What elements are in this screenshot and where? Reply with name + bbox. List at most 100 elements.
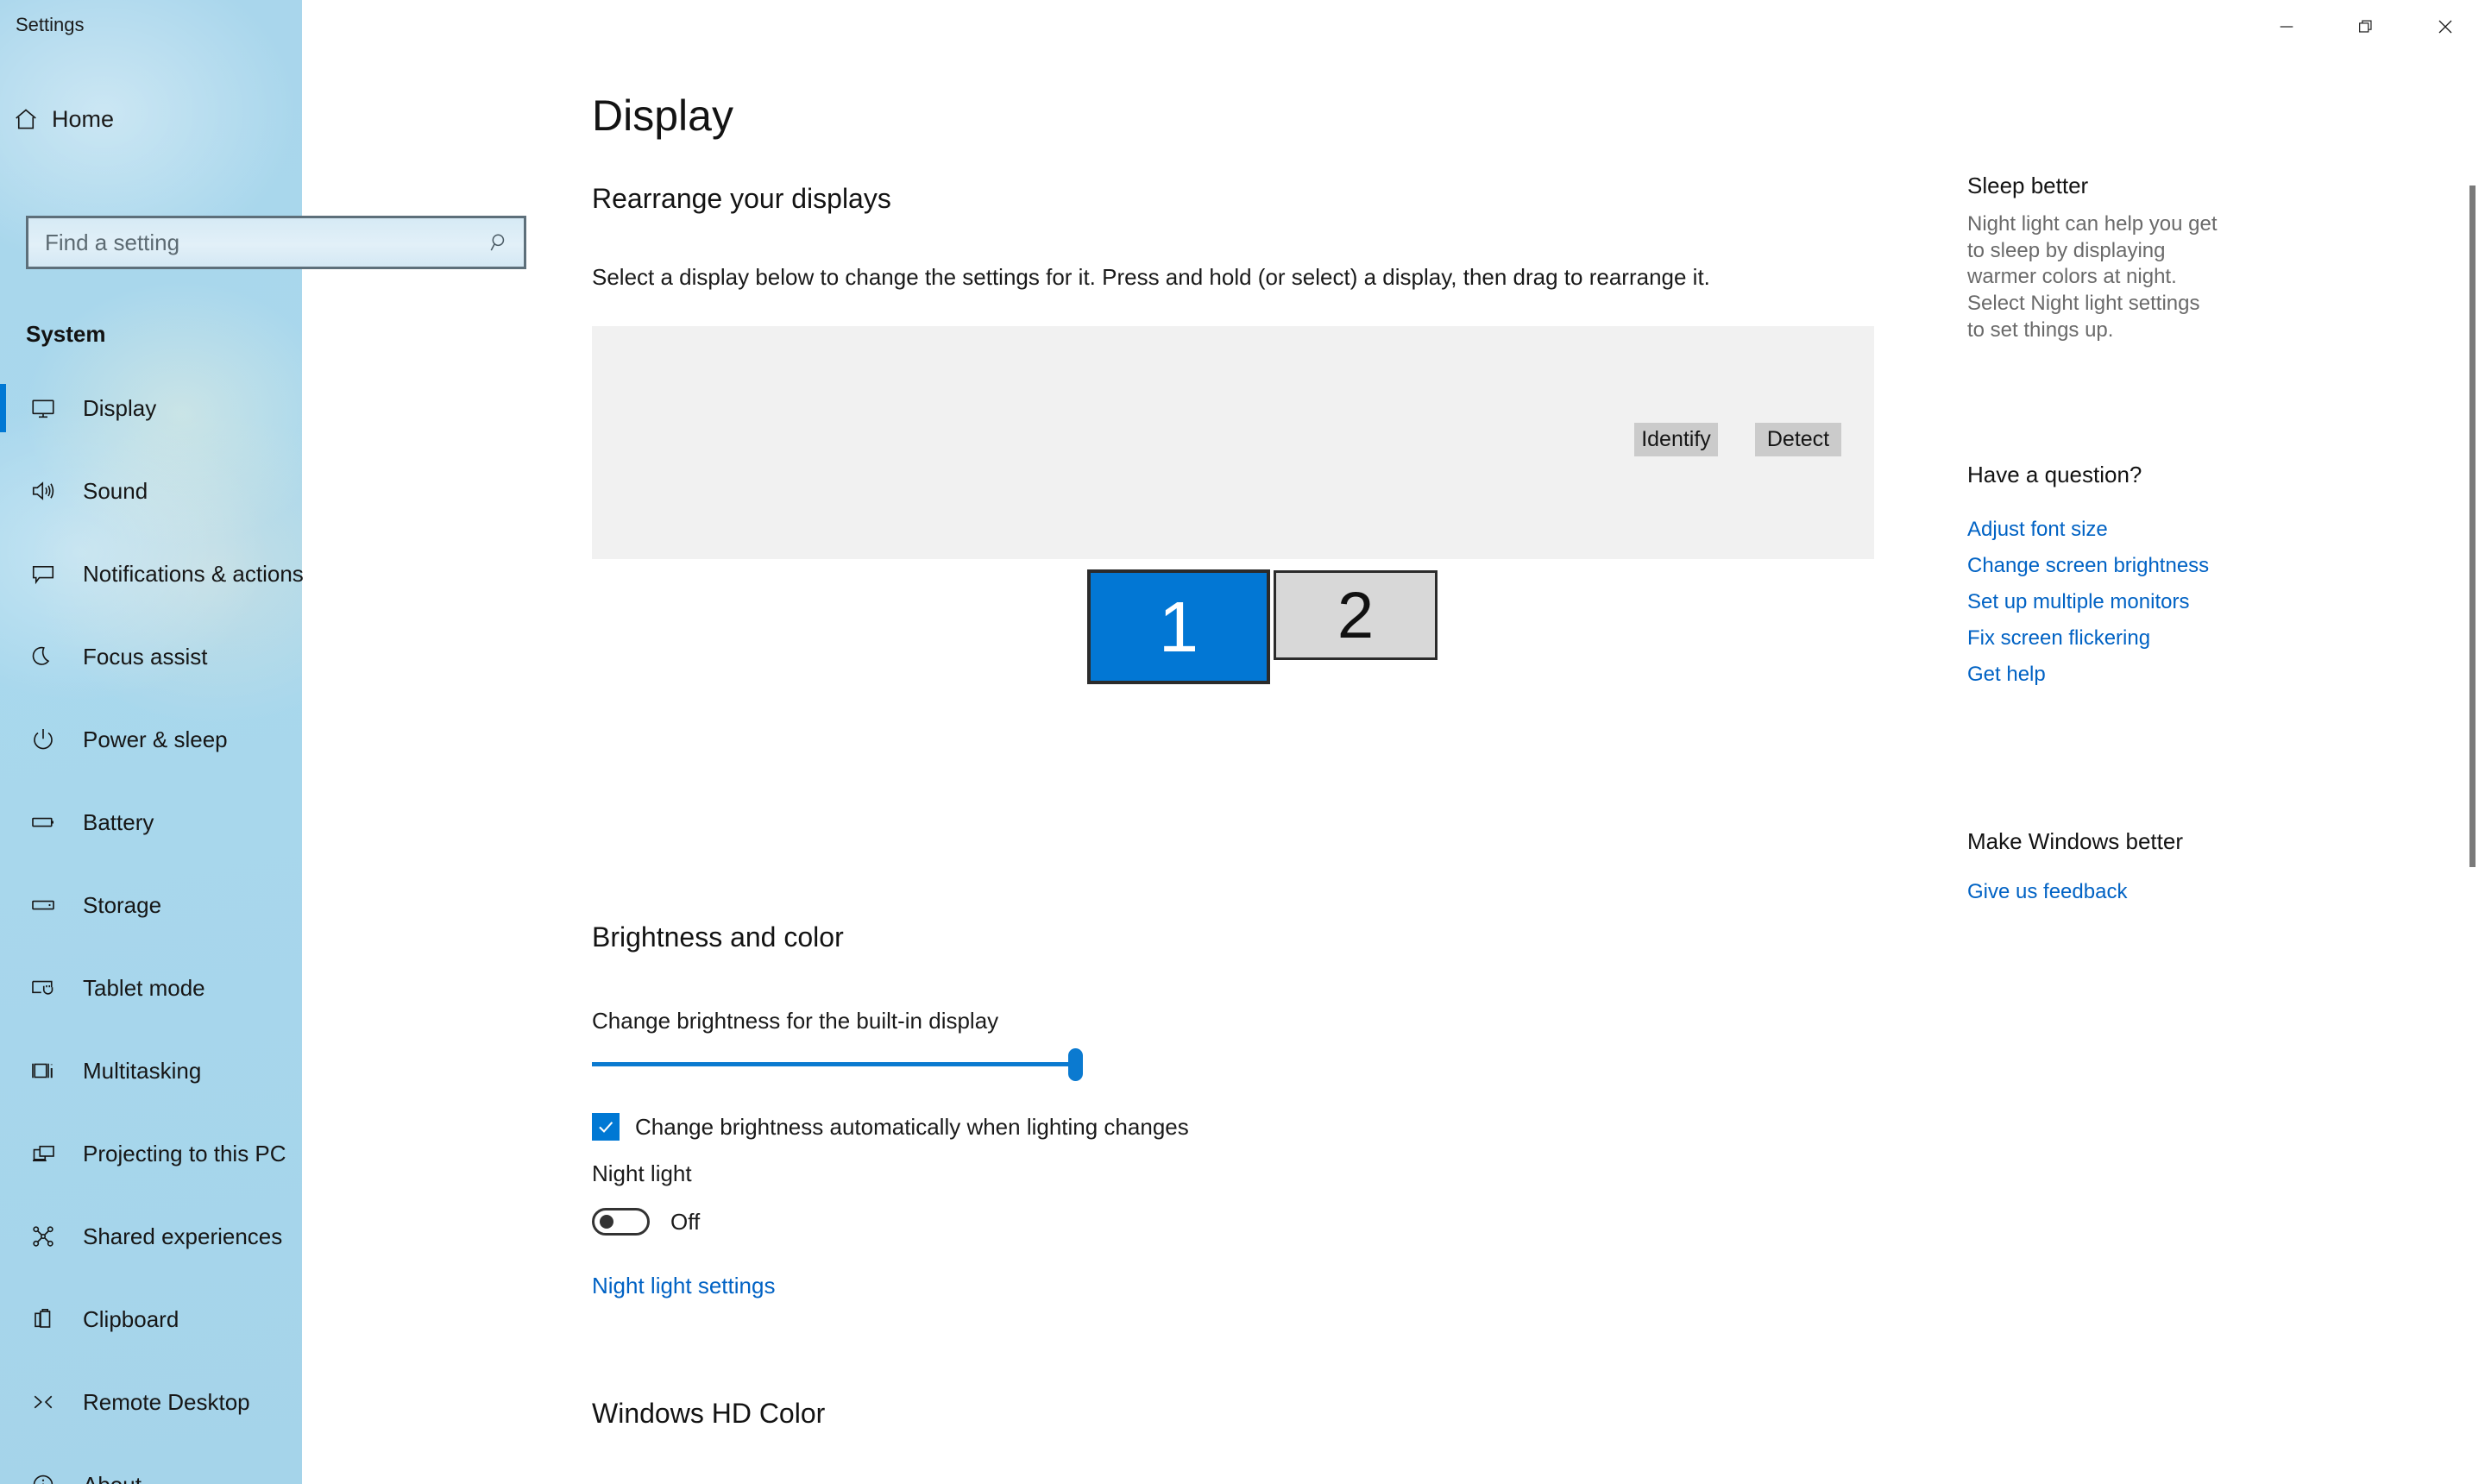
have-a-question-heading: Have a question? [1967,462,2142,487]
sidebar-item-label: Sound [83,477,148,504]
settings-window: Settings Home System [0,0,2485,1484]
link-get-help[interactable]: Get help [1967,663,2209,687]
night-light-toggle[interactable] [592,1208,650,1236]
sidebar-home-label: Home [52,105,115,132]
sidebar-item-power-sleep[interactable]: Power & sleep [0,698,302,781]
sidebar-item-label: Storage [83,891,162,918]
speech-bubble-icon [17,561,69,587]
sidebar: Settings Home System [0,0,526,1484]
sidebar-item-home[interactable]: Home [0,95,302,143]
sidebar-item-label: Focus assist [83,643,208,670]
sidebar-item-label: Notifications & actions [83,560,304,587]
sleep-better-heading: Sleep better [1967,173,2089,198]
sidebar-section-heading: System [26,321,106,347]
brightness-slider[interactable] [592,1040,1092,1091]
sidebar-item-multitasking[interactable]: Multitasking [0,1029,302,1112]
link-give-us-feedback[interactable]: Give us feedback [1967,880,2127,904]
selection-accent-bar [0,467,6,515]
sidebar-item-label: Tablet mode [83,974,205,1001]
sidebar-item-battery[interactable]: Battery [0,781,302,864]
moon-icon [17,644,69,670]
share-nodes-icon [17,1223,69,1249]
battery-icon [17,809,69,835]
night-light-heading: Night light [592,1160,692,1186]
selection-accent-bar [0,1212,6,1261]
selection-accent-bar [0,881,6,929]
sidebar-item-label: Multitasking [83,1057,202,1084]
detect-button[interactable]: Detect [1755,423,1841,456]
sidebar-item-label: Shared experiences [83,1223,283,1249]
right-info-panel: Sleep better Night light can help you ge… [1967,0,2450,1484]
display-monitor-1[interactable]: 1 [1087,569,1270,684]
sidebar-item-notifications[interactable]: Notifications & actions [0,532,304,615]
selection-accent-bar [0,384,6,432]
scrollbar-thumb[interactable] [2469,186,2476,867]
selection-accent-bar [0,964,6,1012]
selection-accent-bar [0,632,6,681]
sidebar-item-tablet-mode[interactable]: Tablet mode [0,946,302,1029]
sidebar-item-label: Power & sleep [83,726,228,752]
toggle-knob [600,1215,613,1229]
link-adjust-font-size[interactable]: Adjust font size [1967,518,2209,542]
sidebar-item-about[interactable]: About [0,1443,302,1484]
window-title: Settings [16,14,85,35]
help-links-list: Adjust font size Change screen brightnes… [1967,518,2209,699]
remote-desktop-icon [17,1389,69,1415]
brightness-heading: Brightness and color [592,921,844,953]
sidebar-item-clipboard[interactable]: Clipboard [0,1278,302,1361]
speaker-icon [17,478,69,504]
vertical-scrollbar[interactable] [2463,0,2485,1484]
sidebar-item-shared-experiences[interactable]: Shared experiences [0,1195,302,1278]
auto-brightness-row[interactable]: Change brightness automatically when lig… [592,1113,1189,1141]
multitasking-icon [17,1058,69,1084]
home-icon [0,106,52,132]
selection-accent-bar [0,1461,6,1484]
brightness-slider-track[interactable] [592,1062,1077,1066]
link-set-up-multiple-monitors[interactable]: Set up multiple monitors [1967,590,2209,614]
night-light-toggle-state: Off [670,1208,701,1235]
info-icon [17,1472,69,1484]
brightness-slider-thumb[interactable] [1068,1048,1083,1081]
selection-accent-bar [0,1129,6,1178]
identify-button[interactable]: Identify [1634,423,1718,456]
main-content: Display Rearrange your displays Select a… [302,0,2183,1484]
auto-brightness-label: Change brightness automatically when lig… [635,1113,1189,1140]
selection-accent-bar [0,1378,6,1426]
hd-color-heading: Windows HD Color [592,1398,826,1429]
sidebar-item-label: About [83,1472,142,1484]
auto-brightness-checkbox[interactable] [592,1113,620,1141]
monitor-icon [17,395,69,421]
make-windows-better-heading: Make Windows better [1967,828,2183,854]
sidebar-item-focus-assist[interactable]: Focus assist [0,615,302,698]
night-light-toggle-row[interactable]: Off [592,1208,700,1236]
selection-accent-bar [0,798,6,846]
power-icon [17,726,69,752]
sidebar-item-label: Remote Desktop [83,1388,250,1415]
projecting-icon [17,1141,69,1166]
sidebar-item-label: Display [83,394,157,421]
page-title: Display [592,91,733,140]
selection-accent-bar [0,715,6,764]
selection-accent-bar [0,1047,6,1095]
night-light-settings-link[interactable]: Night light settings [592,1273,775,1299]
sidebar-item-storage[interactable]: Storage [0,864,302,946]
display-actions: Identify Detect [592,423,1874,483]
sidebar-item-remote-desktop[interactable]: Remote Desktop [0,1361,302,1443]
selection-accent-bar [0,550,6,598]
display-monitor-2[interactable]: 2 [1274,570,1438,660]
drive-icon [17,892,69,918]
link-fix-screen-flickering[interactable]: Fix screen flickering [1967,626,2209,651]
brightness-slider-label: Change brightness for the built-in displ… [592,1008,999,1034]
sleep-better-block: Sleep better Night light can help you ge… [1967,173,2218,344]
sidebar-item-label: Clipboard [83,1305,179,1332]
link-change-screen-brightness[interactable]: Change screen brightness [1967,554,2209,578]
sidebar-item-projecting[interactable]: Projecting to this PC [0,1112,302,1195]
display-monitor-number: 1 [1158,586,1199,667]
sidebar-nav-list: Display Sound Notifications & actions Fo… [0,367,304,1484]
tablet-touch-icon [17,975,69,1001]
sidebar-item-label: Projecting to this PC [83,1140,286,1166]
rearrange-heading: Rearrange your displays [592,183,891,214]
sidebar-item-sound[interactable]: Sound [0,450,302,532]
sidebar-item-display[interactable]: Display [0,367,302,450]
display-monitor-number: 2 [1337,578,1375,652]
